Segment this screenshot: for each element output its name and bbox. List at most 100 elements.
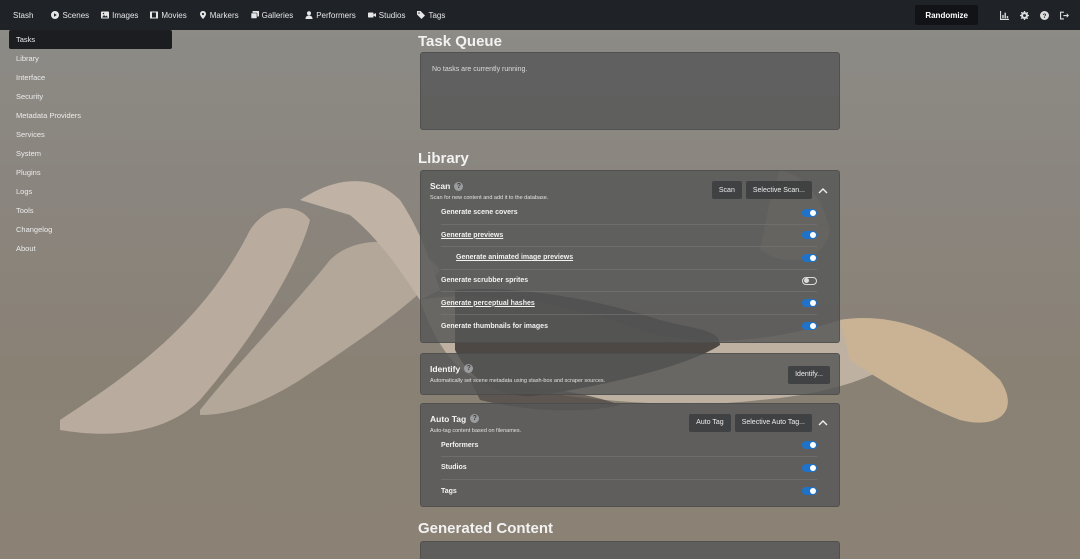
scan-option-label: Generate thumbnails for images [441, 322, 548, 330]
perceptual-hashes-toggle[interactable] [802, 299, 817, 308]
sidebar-item-changelog[interactable]: Changelog [9, 220, 172, 239]
previews-toggle[interactable] [802, 231, 817, 240]
sidebar-item-about[interactable]: About [9, 239, 172, 258]
identify-button[interactable]: Identify... [788, 365, 830, 384]
selective-scan-button[interactable]: Selective Scan... [745, 181, 812, 199]
nav-images-label: Images [112, 10, 139, 20]
task-queue-panel: No tasks are currently running. [420, 52, 840, 130]
nav-studios-label: Studios [378, 10, 406, 20]
auto-tag-help-icon[interactable]: ? [470, 414, 480, 424]
nav-scenes-label: Scenes [62, 10, 90, 20]
nav-tags-label: Tags [428, 10, 446, 20]
nav-movies[interactable]: Movies [150, 10, 187, 20]
scrubber-sprites-toggle[interactable] [802, 276, 817, 285]
scan-help-icon[interactable]: ? [454, 181, 464, 191]
scan-collapse-button[interactable] [816, 181, 830, 199]
gear-icon [1019, 10, 1029, 20]
sidebar-item-tasks[interactable]: Tasks [9, 30, 172, 49]
help-button[interactable]: ? [1034, 5, 1054, 25]
animated-image-previews-toggle[interactable] [802, 253, 817, 262]
studios-toggle[interactable] [802, 463, 817, 472]
settings-sidebar: Tasks Library Interface Security Metadat… [9, 30, 172, 258]
nav-markers-label: Markers [209, 10, 239, 20]
scan-option-label: Generate scene covers [441, 209, 518, 217]
auto-tag-option-label: Performers [441, 441, 479, 449]
sidebar-item-tools[interactable]: Tools [9, 201, 172, 220]
scan-options-list: Generate scene covers Generate previews … [430, 202, 830, 338]
svg-text:?: ? [1042, 12, 1046, 19]
nav-galleries-label: Galleries [261, 10, 294, 20]
scan-title: Scan [430, 181, 451, 191]
settings-button[interactable] [1014, 5, 1034, 25]
task-queue-empty-text: No tasks are currently running. [432, 66, 528, 73]
library-heading: Library [418, 149, 469, 167]
scan-option-label: Generate perceptual hashes [441, 299, 535, 307]
scene-covers-toggle[interactable] [802, 208, 817, 217]
image-thumbnails-toggle[interactable] [802, 322, 817, 331]
auto-tag-option-performers: Performers [441, 435, 817, 458]
scan-option-scrubber-sprites: Generate scrubber sprites [441, 270, 817, 293]
auto-tag-button[interactable]: Auto Tag [689, 413, 731, 432]
generated-content-panel [420, 541, 840, 559]
auto-tag-option-label: Tags [441, 487, 457, 495]
scan-option-previews: Generate previews [441, 225, 817, 248]
scan-option-image-thumbnails: Generate thumbnails for images [441, 315, 817, 338]
auto-tag-title: Auto Tag [430, 413, 467, 424]
help-icon: ? [1039, 10, 1049, 20]
scan-option-perceptual-hashes: Generate perceptual hashes [441, 292, 817, 315]
sidebar-item-plugins[interactable]: Plugins [9, 163, 172, 182]
sidebar-item-library[interactable]: Library [9, 49, 172, 68]
nav-studios[interactable]: Studios [367, 10, 406, 20]
auto-tag-option-studios: Studios [441, 457, 817, 480]
nav-markers[interactable]: Markers [199, 11, 239, 20]
play-circle-icon [51, 11, 60, 19]
scan-option-label: Generate previews [441, 231, 504, 239]
image-icon [101, 11, 110, 19]
randomize-button[interactable]: Randomize [915, 5, 978, 25]
performers-toggle[interactable] [802, 441, 817, 450]
auto-tag-collapse-button[interactable] [816, 414, 830, 432]
nav-tags[interactable]: Tags [417, 11, 445, 20]
sidebar-item-system[interactable]: System [9, 144, 172, 163]
top-navbar: Stash Scenes Images Movies Markers Galle… [0, 0, 1080, 30]
identify-task-card: Identify ? Automatically set scene metad… [420, 352, 840, 395]
auto-tag-options-list: Performers Studios Tags [430, 435, 830, 503]
scan-option-scene-covers: Generate scene covers [441, 202, 817, 225]
nav-images[interactable]: Images [101, 11, 138, 20]
auto-tag-option-tags: Tags [441, 480, 817, 503]
map-marker-icon [199, 11, 206, 19]
sidebar-item-services[interactable]: Services [9, 125, 172, 144]
chart-icon [999, 10, 1009, 20]
selective-auto-tag-button[interactable]: Selective Auto Tag... [734, 413, 812, 432]
sidebar-item-security[interactable]: Security [9, 87, 172, 106]
film-icon [150, 11, 159, 19]
auto-tag-task-card: Auto Tag ? Auto-tag content based on fil… [420, 402, 840, 508]
scan-task-card: Scan ? Scan for new content and add it t… [420, 170, 840, 343]
chevron-up-icon [818, 187, 828, 193]
tasks-main: Task Queue No tasks are currently runnin… [418, 30, 842, 559]
nav-performers-label: Performers [316, 10, 356, 20]
generated-content-heading: Generated Content [418, 519, 554, 537]
nav-movies-label: Movies [161, 10, 187, 20]
auto-tag-option-label: Studios [441, 464, 467, 472]
user-icon [305, 11, 313, 19]
scan-button[interactable]: Scan [711, 181, 742, 199]
logout-button[interactable] [1054, 5, 1074, 25]
brand-link[interactable]: Stash [13, 11, 33, 20]
nav-galleries[interactable]: Galleries [250, 10, 294, 20]
nav-performers[interactable]: Performers [305, 11, 356, 20]
scan-description: Scan for new content and add it to the d… [430, 195, 549, 201]
stats-button[interactable] [994, 5, 1014, 25]
task-queue-heading: Task Queue [418, 32, 502, 50]
sidebar-item-metadata-providers[interactable]: Metadata Providers [9, 106, 172, 125]
logout-icon [1059, 11, 1069, 19]
identify-title: Identify [430, 363, 461, 374]
identify-help-icon[interactable]: ? [464, 364, 474, 374]
sidebar-item-interface[interactable]: Interface [9, 68, 172, 87]
auto-tag-description: Auto-tag content based on filenames. [430, 427, 522, 434]
chevron-up-icon [818, 420, 828, 426]
scan-option-label: Generate scrubber sprites [441, 277, 529, 285]
nav-scenes[interactable]: Scenes [51, 11, 89, 20]
sidebar-item-logs[interactable]: Logs [9, 182, 172, 201]
tags-toggle[interactable] [802, 487, 817, 496]
